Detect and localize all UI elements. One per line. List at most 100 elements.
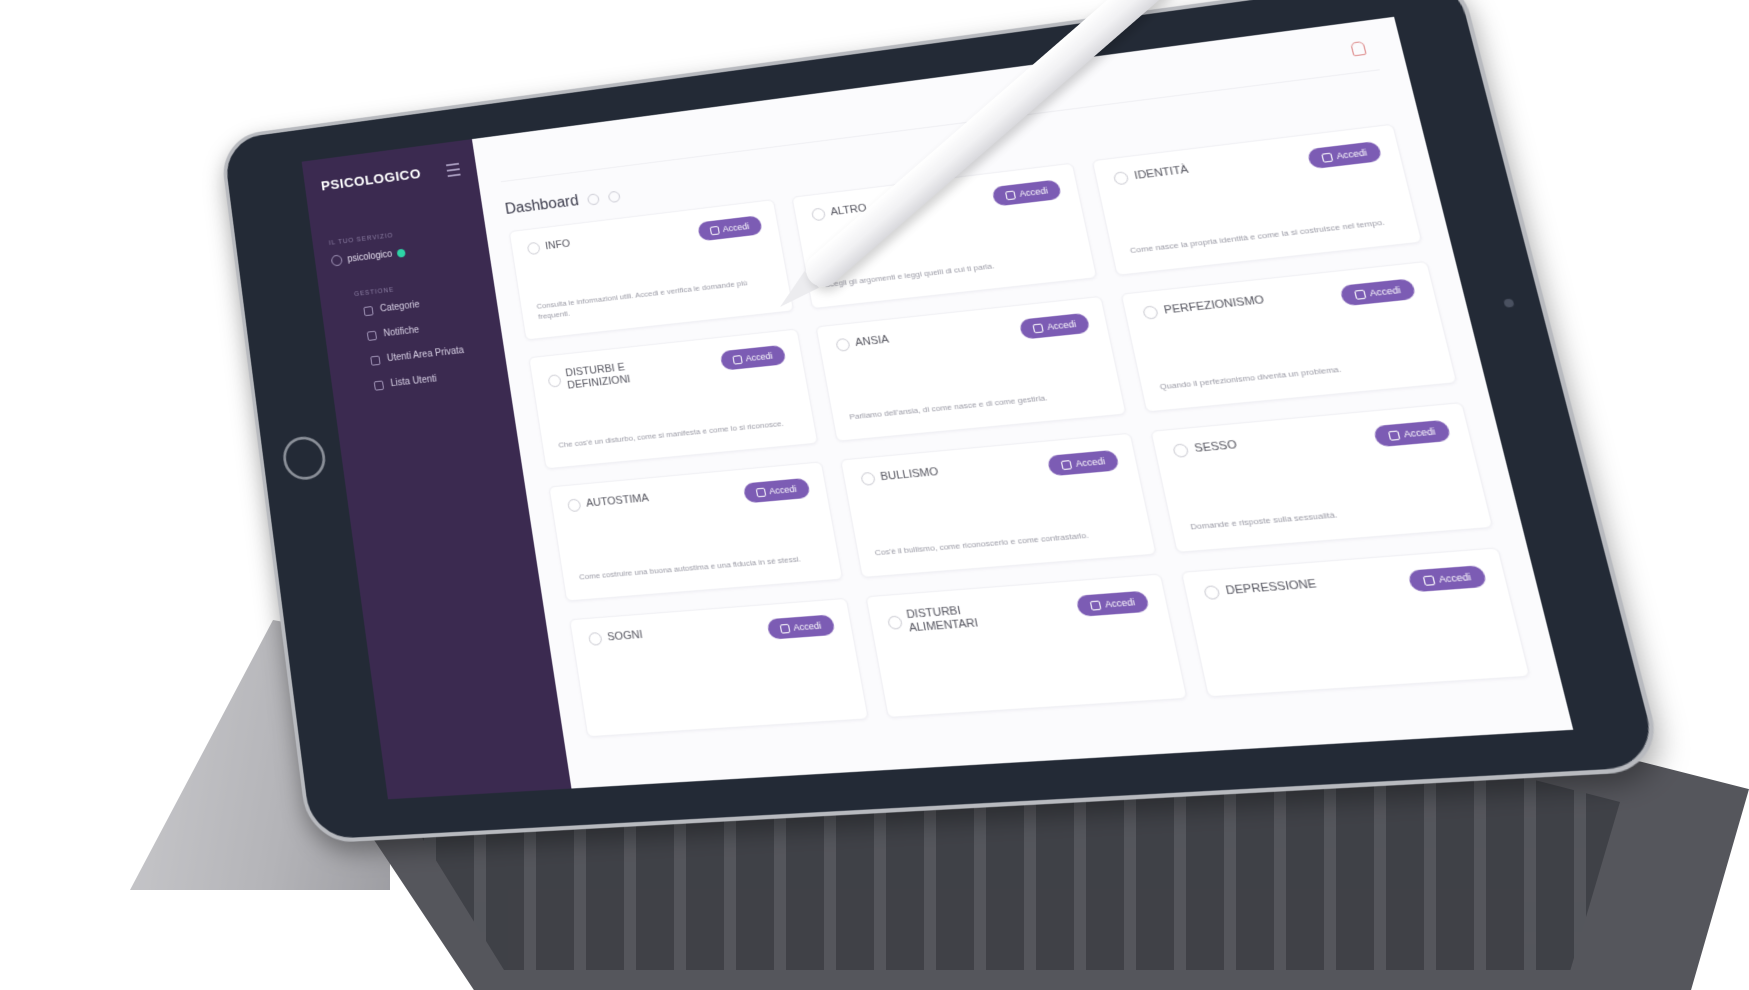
category-icon xyxy=(834,337,851,352)
sidebar-item-lista-utenti[interactable]: Lista Utenti xyxy=(373,368,492,391)
enter-icon xyxy=(1387,429,1401,441)
category-icon xyxy=(859,471,876,486)
card-title: AUTOSTIMA xyxy=(566,492,650,513)
card-description: Cos'è il bullismo, come riconoscerlo e c… xyxy=(873,530,1090,558)
card-title-text: INFO xyxy=(544,238,571,253)
category-card-disturbi-definizioni: DISTURBI E DEFINIZIONI Accedi Che cos'è … xyxy=(528,328,819,470)
lock-icon xyxy=(370,355,381,366)
user-icon xyxy=(330,254,343,267)
category-card-identita: IDENTITÀ Accedi Come nasce la propria id… xyxy=(1091,123,1423,276)
card-title: IDENTITÀ xyxy=(1113,164,1190,186)
category-icon xyxy=(810,207,826,222)
folder-icon xyxy=(363,305,374,316)
category-icon xyxy=(587,631,603,646)
accedi-button[interactable]: Accedi xyxy=(1372,419,1452,448)
card-description: Come nasce la propria identità e come la… xyxy=(1129,217,1386,256)
accedi-button[interactable]: Accedi xyxy=(1339,278,1417,307)
button-label: Accedi xyxy=(768,483,798,497)
accedi-button[interactable]: Accedi xyxy=(1407,565,1488,593)
info-icon xyxy=(526,241,541,256)
card-title-text: BULLISMO xyxy=(879,466,940,484)
card-description: Domande e risposte sulla sessualità. xyxy=(1189,510,1339,532)
button-label: Accedi xyxy=(1437,571,1473,585)
accedi-button[interactable]: Accedi xyxy=(742,477,811,504)
card-description: Consulta le informazioni utili. Accedi e… xyxy=(536,278,749,322)
category-icon xyxy=(1142,305,1160,320)
button-label: Accedi xyxy=(1335,147,1368,162)
category-grid: INFO Accedi Consulta le informazioni uti… xyxy=(508,123,1531,738)
category-card-bullismo: BULLISMO Accedi Cos'è il bullismo, come … xyxy=(839,432,1158,579)
refresh-icon[interactable] xyxy=(607,190,622,204)
main-content: Dashboard INFO Accedi Consulta le inform… xyxy=(471,16,1574,789)
notification-bell-icon[interactable] xyxy=(1350,40,1367,57)
accedi-button[interactable]: Accedi xyxy=(696,215,763,242)
enter-icon xyxy=(1005,189,1017,200)
category-card-sesso: SESSO Accedi Domande e risposte sulla se… xyxy=(1150,401,1494,553)
sidebar-item-label: Categorie xyxy=(379,299,421,315)
category-card-autostima: AUTOSTIMA Accedi Come costruire una buon… xyxy=(548,461,843,602)
accedi-button[interactable]: Accedi xyxy=(719,344,787,371)
sidebar-item-categorie[interactable]: Categorie xyxy=(363,293,480,316)
card-title-text: DISTURBI ALIMENTARI xyxy=(905,604,980,635)
card-title: PERFEZIONISMO xyxy=(1142,294,1265,320)
bell-icon xyxy=(366,330,378,341)
enter-icon xyxy=(755,487,766,497)
card-description xyxy=(902,682,1165,699)
card-title: DISTURBI ALIMENTARI xyxy=(886,602,1007,637)
enter-icon xyxy=(779,623,791,634)
category-card-depressione: DEPRESSIONE Accedi xyxy=(1181,547,1531,698)
product-mockup: PSICOLOGICO IL TUO SERVIZIO psicologico … xyxy=(0,0,1749,990)
category-card-disturbi-alimentari: DISTURBI ALIMENTARI Accedi xyxy=(864,573,1189,719)
button-label: Accedi xyxy=(721,221,750,234)
accedi-button[interactable]: Accedi xyxy=(1306,140,1383,170)
card-title-text: IDENTITÀ xyxy=(1133,163,1190,183)
sidebar-item-notifiche[interactable]: Notifiche xyxy=(366,318,484,341)
user-name: psicologico xyxy=(346,248,393,265)
sidebar-header: PSICOLOGICO xyxy=(320,161,461,194)
accedi-button[interactable]: Accedi xyxy=(1046,449,1121,477)
button-label: Accedi xyxy=(744,350,774,364)
card-description xyxy=(1224,659,1506,678)
sidebar-item-label: Notifiche xyxy=(382,325,420,340)
sidebar-nav: Categorie Notifiche Utenti Area Privata … xyxy=(338,293,491,393)
enter-icon xyxy=(1060,459,1073,470)
card-title-text: SESSO xyxy=(1193,438,1239,456)
category-card-perfezionismo: PERFEZIONISMO Accedi Quando il perfezion… xyxy=(1120,260,1458,413)
home-icon[interactable] xyxy=(587,193,601,206)
hamburger-icon[interactable] xyxy=(445,162,461,177)
category-icon xyxy=(1203,585,1222,600)
enter-icon xyxy=(1089,599,1102,611)
card-title-text: ANSIA xyxy=(854,333,890,350)
sidebar-item-label: Lista Utenti xyxy=(390,373,438,389)
enter-icon xyxy=(709,225,720,235)
enter-icon xyxy=(731,354,743,365)
accedi-button[interactable]: Accedi xyxy=(1018,312,1091,340)
card-title: SOGNI xyxy=(587,629,644,646)
button-label: Accedi xyxy=(1368,284,1402,299)
card-description: Che cos'è un disturbo, come si manifesta… xyxy=(557,419,785,450)
card-title: ANSIA xyxy=(834,333,890,352)
sidebar-item-utenti-area-privata[interactable]: Utenti Area Privata xyxy=(370,343,488,366)
enter-icon xyxy=(1422,574,1436,586)
card-title-text: DEPRESSIONE xyxy=(1224,577,1318,598)
card-title: SESSO xyxy=(1172,438,1239,458)
card-description xyxy=(601,703,847,719)
button-label: Accedi xyxy=(1074,455,1107,469)
card-title: INFO xyxy=(526,238,571,256)
card-description: Parliamo dell'ansia, di come nasce e di … xyxy=(848,393,1049,422)
card-title-text: DISTURBI E DEFINIZIONI xyxy=(564,361,632,392)
accedi-button[interactable]: Accedi xyxy=(991,179,1063,207)
enter-icon xyxy=(1353,289,1367,300)
enter-icon xyxy=(1032,322,1045,333)
card-title: DISTURBI E DEFINIZIONI xyxy=(547,359,657,394)
button-label: Accedi xyxy=(1018,185,1049,199)
page-title: Dashboard xyxy=(504,193,580,218)
accedi-button[interactable]: Accedi xyxy=(766,614,836,640)
card-title-text: AUTOSTIMA xyxy=(585,492,650,510)
accedi-button[interactable]: Accedi xyxy=(1075,590,1151,617)
card-description: Come costruire una buona autostima e una… xyxy=(578,554,802,582)
users-icon xyxy=(373,380,385,391)
button-label: Accedi xyxy=(1046,318,1078,332)
category-card-sogni: SOGNI Accedi xyxy=(569,597,869,738)
category-card-info: INFO Accedi Consulta le informazioni uti… xyxy=(508,199,794,341)
